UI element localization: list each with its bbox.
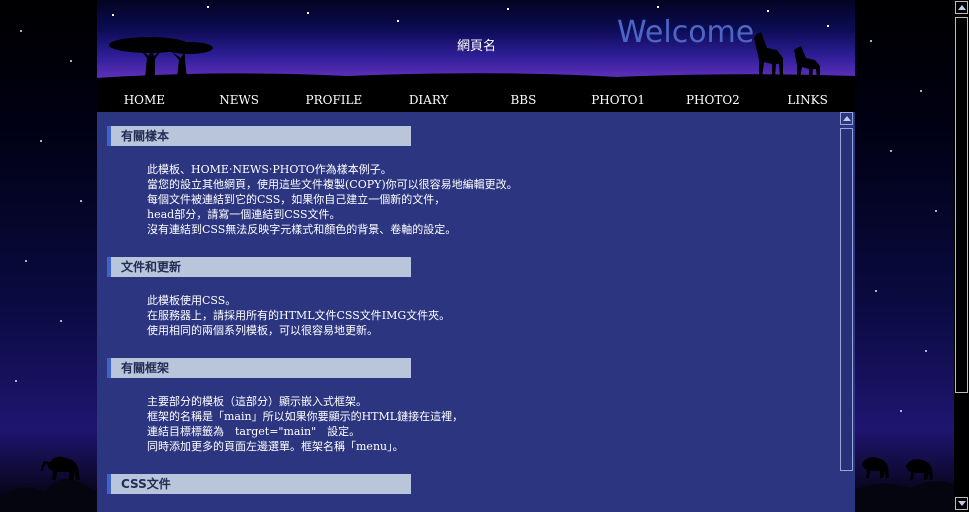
- site-name: 網頁名: [457, 39, 497, 54]
- nav-links[interactable]: LINKS: [760, 85, 855, 112]
- elephant-silhouette-left: [0, 456, 97, 512]
- text-line: 當您的設立其他網頁，使用這些文件複製(COPY)你可以很容易地編輯更改。: [147, 178, 518, 191]
- page-container: 網頁名 Welcome HOME NEWS PROFILE DIARY BBS …: [97, 0, 855, 512]
- text-line: 每個文件被連結到它的CSS，如果你自己建立一個新的文件，: [147, 193, 446, 206]
- section-title: 有關樣本: [107, 126, 411, 146]
- text-line: 此模板使用CSS。: [147, 294, 237, 307]
- section-body: 此模板、HOME‧NEWS‧PHOTO作為樣本例子。 當您的設立其他網頁，使用這…: [107, 146, 832, 237]
- section-css-file: CSS文件: [107, 474, 832, 494]
- nav-home[interactable]: HOME: [97, 85, 192, 112]
- page-scroll-up-button[interactable]: [955, 1, 968, 14]
- welcome-text: Welcome: [617, 15, 755, 50]
- header-banner: 網頁名 Welcome: [97, 0, 855, 85]
- main-frame: 有關樣本 此模板、HOME‧NEWS‧PHOTO作為樣本例子。 當您的設立其他網…: [97, 112, 855, 512]
- arrow-down-icon: [957, 501, 966, 506]
- nav-photo2[interactable]: PHOTO2: [666, 85, 761, 112]
- section-about-frames: 有關框架 主要部分的模板（這部分）顯示嵌入式框架。 框架的名稱是「main」所以…: [107, 358, 832, 454]
- text-line: 此模板、HOME‧NEWS‧PHOTO作為樣本例子。: [147, 163, 392, 176]
- nav-profile[interactable]: PROFILE: [287, 85, 382, 112]
- nav-bbs[interactable]: BBS: [476, 85, 571, 112]
- section-body: 主要部分的模板（這部分）顯示嵌入式框架。 框架的名稱是「main」所以如果你要顯…: [107, 378, 832, 454]
- text-line: 使用相同的兩個系列模板，可以很容易地更新。: [147, 324, 378, 337]
- text-line: 沒有連結到CSS無法反映字元樣式和顏色的背景、卷軸的設定。: [147, 223, 457, 236]
- main-content: 有關樣本 此模板、HOME‧NEWS‧PHOTO作為樣本例子。 當您的設立其他網…: [107, 126, 832, 494]
- section-about-template: 有關樣本 此模板、HOME‧NEWS‧PHOTO作為樣本例子。 當您的設立其他網…: [107, 126, 832, 237]
- text-line: head部分，請寫一個連結到CSS文件。: [147, 208, 341, 221]
- elephant-silhouette-right: [855, 457, 955, 512]
- nav-diary[interactable]: DIARY: [381, 85, 476, 112]
- text-line: 連結目標標籤為 target="main" 設定。: [147, 425, 361, 438]
- text-line: 同時添加更多的頁面左邊選單。框架名稱「menu」。: [147, 440, 404, 453]
- nav-news[interactable]: NEWS: [192, 85, 287, 112]
- section-title: 文件和更新: [107, 257, 411, 277]
- scroll-thumb[interactable]: [840, 128, 853, 471]
- section-title: CSS文件: [107, 474, 411, 494]
- page-scrollbar[interactable]: [954, 0, 969, 512]
- text-line: 主要部分的模板（這部分）顯示嵌入式框架。: [147, 395, 367, 408]
- arrow-up-icon: [842, 116, 851, 121]
- page-scroll-down-button[interactable]: [955, 497, 968, 510]
- section-body: 此模板使用CSS。 在服務器上，請採用所有的HTML文件CSS文件IMG文件夾。…: [107, 277, 832, 338]
- main-nav: HOME NEWS PROFILE DIARY BBS PHOTO1 PHOTO…: [97, 85, 855, 112]
- nav-photo1[interactable]: PHOTO1: [571, 85, 666, 112]
- page-scroll-thumb[interactable]: [955, 17, 968, 393]
- main-frame-scrollbar[interactable]: [838, 112, 855, 473]
- scroll-up-button[interactable]: [840, 112, 853, 125]
- section-files-update: 文件和更新 此模板使用CSS。 在服務器上，請採用所有的HTML文件CSS文件I…: [107, 257, 832, 338]
- text-line: 框架的名稱是「main」所以如果你要顯示的HTML鏈接在這裡，: [147, 410, 464, 423]
- text-line: 在服務器上，請採用所有的HTML文件CSS文件IMG文件夾。: [147, 309, 451, 322]
- arrow-up-icon: [957, 5, 966, 10]
- section-title: 有關框架: [107, 358, 411, 378]
